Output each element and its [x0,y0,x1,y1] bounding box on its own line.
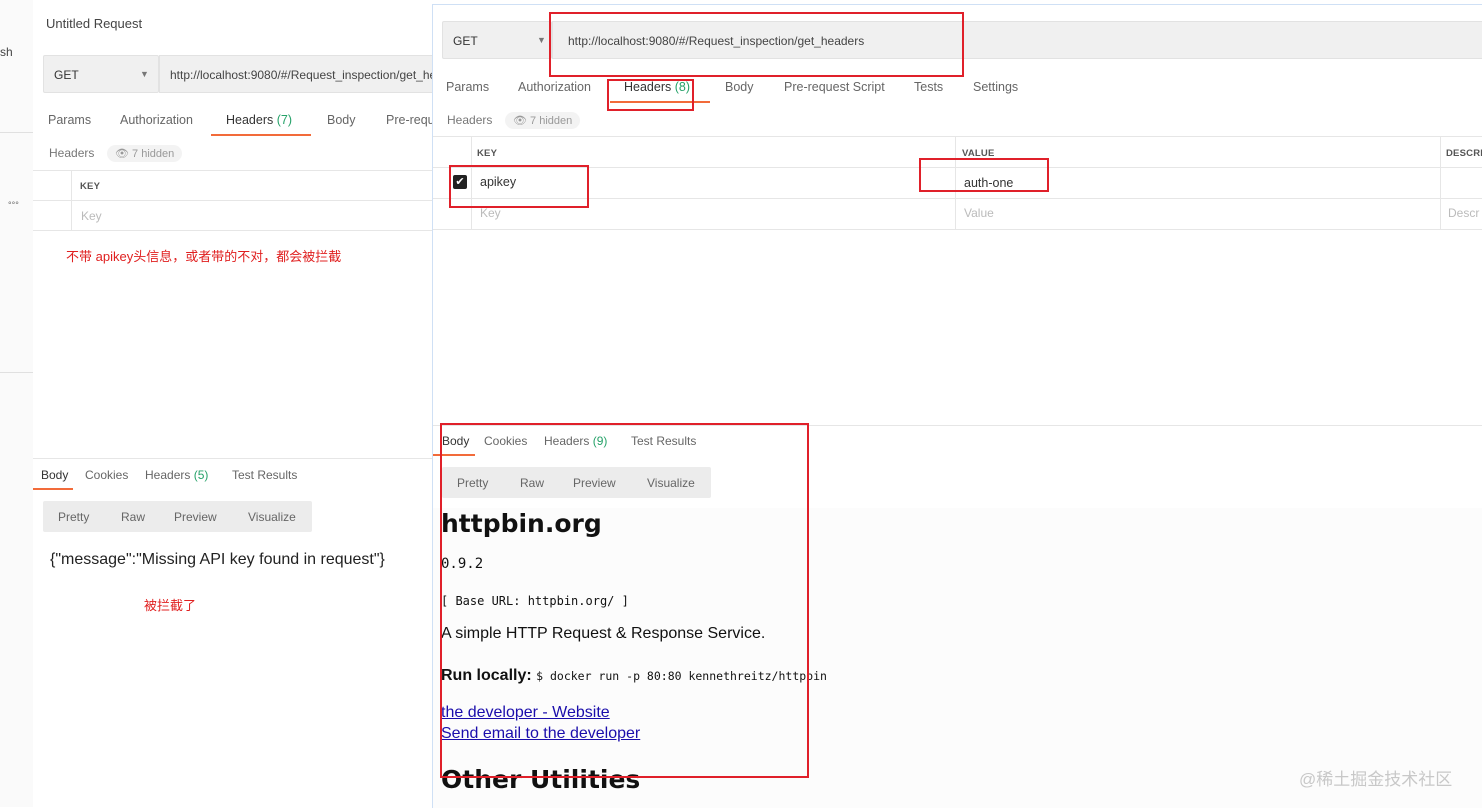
response-highlight-box [440,423,809,778]
response-tab-headers[interactable]: Headers (5) [145,468,208,482]
key-column-header: KEY [477,148,498,159]
more-options-icon[interactable]: °°° [8,200,19,210]
response-tab-cookies[interactable]: Cookies [85,468,128,482]
eye-icon: 👁 [115,148,129,160]
pretty-button[interactable]: Pretty [58,510,89,524]
tab-headers[interactable]: Headers (7) [226,113,292,127]
key-column-header: KEY [80,181,101,192]
tab-params[interactable]: Params [446,80,489,94]
watermark: @稀土掘金技术社区 [1299,770,1453,789]
hidden-headers-toggle[interactable]: 👁 7 hidden [505,112,581,129]
hidden-headers-toggle[interactable]: 👁 7 hidden [107,145,183,162]
eye-icon: 👁 [513,115,527,127]
sidebar-fragment: sh [0,45,13,59]
apikey-highlight-box [449,165,589,208]
active-tab-indicator [211,134,311,136]
url-highlight-box [549,12,964,77]
annotation-note: 不带 apikey头信息，或者带的不对，都会被拦截 [66,249,342,264]
tab-body[interactable]: Body [725,80,754,94]
view-mode-group: Pretty Raw Preview Visualize [43,501,312,532]
method-select[interactable]: GET ▼ [43,55,159,93]
left-request-panel: Untitled Request GET ▼ http://localhost:… [33,0,433,807]
key-input[interactable]: Key [480,206,501,220]
tab-body[interactable]: Body [327,113,356,127]
request-title: Untitled Request [46,16,143,31]
tab-tests[interactable]: Tests [914,80,943,94]
sidebar-strip: sh °°° [0,0,34,807]
description-input[interactable]: Descr [1448,206,1479,220]
chevron-down-icon: ▼ [140,69,149,79]
response-tab-test-results[interactable]: Test Results [232,468,297,482]
tab-authorization[interactable]: Authorization [518,80,591,94]
description-column-header: DESCRI [1446,148,1482,159]
blocked-annotation: 被拦截了 [144,598,197,613]
tab-settings[interactable]: Settings [973,80,1018,94]
tab-params[interactable]: Params [48,113,91,127]
headers-section-label: Headers [447,113,493,127]
tab-pre-request-script[interactable]: Pre-request Script [784,80,885,94]
method-select[interactable]: GET ▼ [442,21,552,59]
response-tab-indicator [33,488,73,490]
response-body: {"message":"Missing API key found in req… [50,551,385,568]
value-highlight-box [919,158,1049,192]
tab-pre-request-script[interactable]: Pre-request Script [386,113,433,127]
tab-authorization[interactable]: Authorization [120,113,193,127]
value-input[interactable]: Value [964,206,994,220]
visualize-button[interactable]: Visualize [248,510,296,524]
chevron-down-icon: ▼ [537,35,546,45]
preview-button[interactable]: Preview [174,510,217,524]
headers-section-label: Headers [49,146,95,160]
method-label: GET [54,68,79,82]
key-input[interactable]: Key [81,209,102,223]
url-input[interactable]: http://localhost:9080/#/Request_inspecti… [159,55,433,93]
headers-tab-highlight-box [607,79,694,111]
response-tab-body[interactable]: Body [41,468,68,482]
raw-button[interactable]: Raw [121,510,145,524]
method-label: GET [453,34,478,48]
